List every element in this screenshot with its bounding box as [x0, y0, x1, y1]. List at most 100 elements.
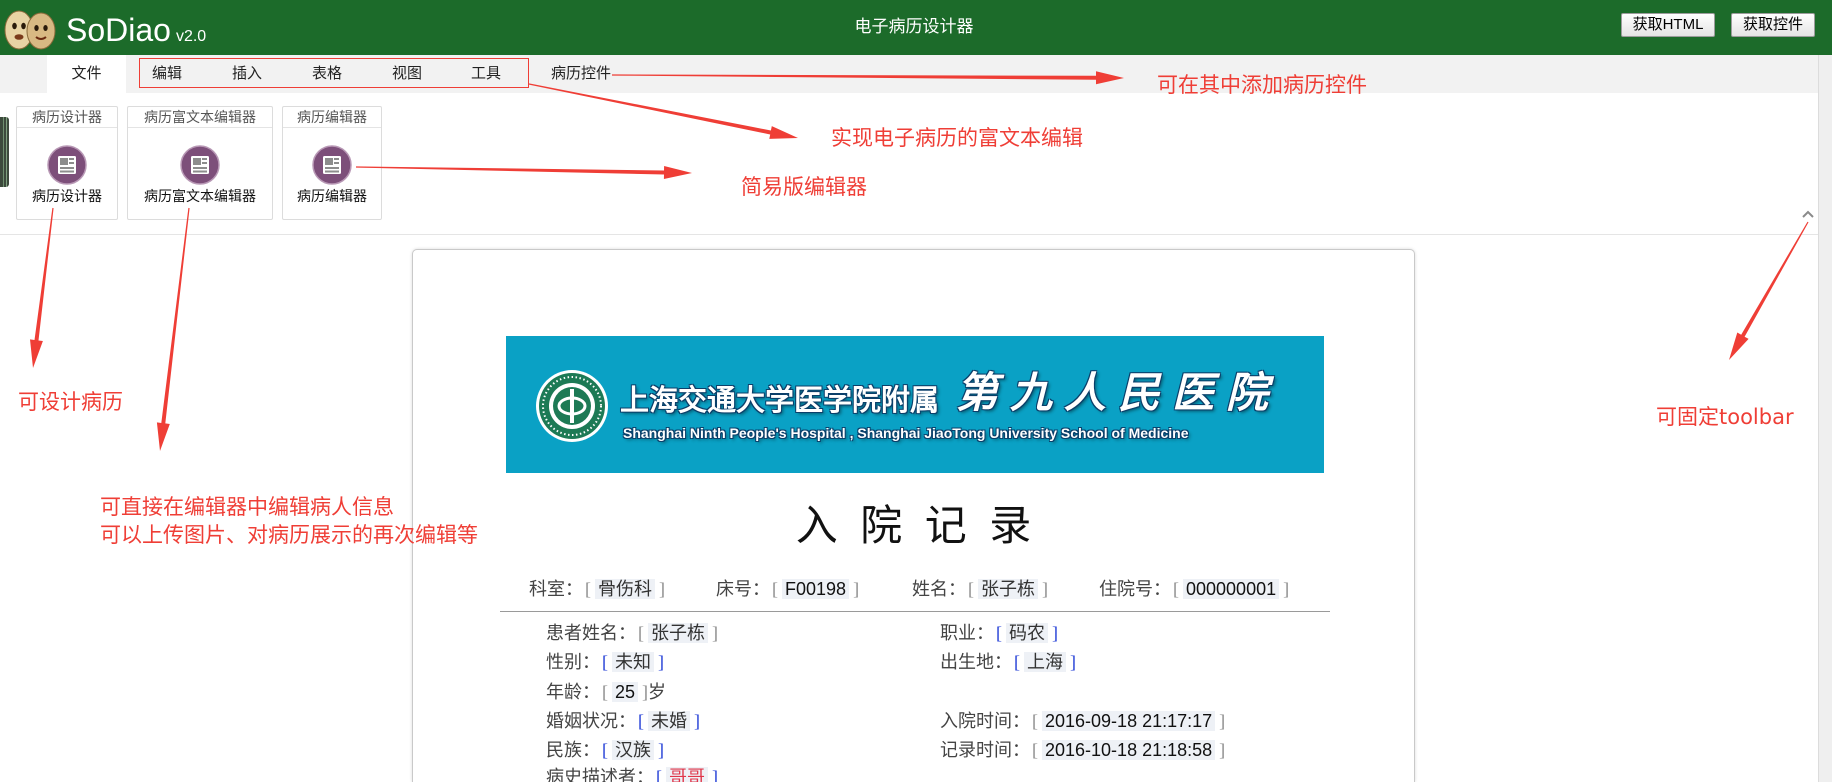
field-history-narrator: 病史描述者：[ 哥哥] — [546, 764, 720, 782]
emr-editor-button[interactable]: 病历编辑器 — [283, 187, 381, 205]
field-label: 婚姻状况： — [546, 711, 636, 731]
field-record-time: 记录时间：[2016-10-18 21:18:58] — [940, 737, 1227, 763]
app-logo: SoDiao v2.0 — [66, 11, 206, 49]
department-value[interactable]: 骨伤科 — [595, 579, 655, 599]
ethnicity-value[interactable]: 汉族 — [612, 740, 654, 760]
annotation-arrow-pin — [1729, 221, 1809, 360]
bracket-open: [ — [772, 579, 778, 599]
field-ethnicity: 民族：[汉族] — [546, 737, 666, 763]
field-gender: 性别：[未知] — [546, 649, 666, 675]
history-narrator-value[interactable]: 哥哥 — [666, 767, 708, 782]
patient-name-value[interactable]: 张子栋 — [648, 623, 708, 643]
ribbon-group-emr-designer: 病历设计器 病历设计器 — [16, 106, 118, 220]
header-divider — [500, 611, 1330, 612]
ribbon-divider — [0, 234, 1818, 235]
bracket-open: [ — [602, 682, 608, 702]
bracket-open: [ — [1014, 652, 1020, 672]
bracket-close: ] — [1052, 623, 1058, 643]
annotation-pin-toolbar: 可固定toolbar — [1656, 405, 1794, 429]
get-controls-button[interactable]: 获取控件 — [1731, 13, 1815, 37]
occupation-value[interactable]: 码农 — [1006, 623, 1048, 643]
emr-rich-editor-button[interactable]: 病历富文本编辑器 — [128, 187, 272, 205]
tab-emr-controls[interactable]: 病历控件 — [541, 55, 621, 93]
document-icon[interactable] — [312, 145, 352, 185]
bracket-open: [ — [1032, 740, 1038, 760]
highlight-box — [139, 58, 529, 88]
field-label: 入院时间： — [940, 711, 1030, 731]
field-label: 民族： — [546, 740, 600, 760]
bracket-close: ] — [1283, 579, 1290, 599]
emr-designer-button[interactable]: 病历设计器 — [17, 187, 117, 205]
bracket-open: [ — [656, 767, 662, 782]
field-department: 科室：[骨伤科] — [529, 576, 667, 602]
marital-status-value[interactable]: 未婚 — [648, 711, 690, 731]
field-age: 年龄：[25]岁 — [546, 679, 666, 705]
ribbon-group-emr-rich-editor: 病历富文本编辑器 病历富文本编辑器 — [127, 106, 273, 220]
admission-time-value[interactable]: 2016-09-18 21:17:17 — [1042, 711, 1216, 731]
bracket-close: ] — [712, 767, 718, 782]
name-value[interactable]: 张子栋 — [978, 579, 1038, 599]
bracket-close: ] — [659, 579, 665, 599]
bracket-close: ] — [712, 623, 718, 643]
egg-faces-icon — [4, 10, 56, 50]
annotation-edit-patient-info: 可直接在编辑器中编辑病人信息 — [100, 495, 394, 519]
document-page[interactable]: 上海交通大学医学院附属 第九人民医院 Shanghai Ninth People… — [412, 249, 1415, 782]
bracket-close: ] — [658, 652, 664, 672]
tab-file[interactable]: 文件 — [47, 55, 126, 93]
field-label: 出生地： — [940, 652, 1012, 672]
field-label: 患者姓名： — [546, 623, 636, 643]
annotation-simple-editor: 简易版编辑器 — [741, 175, 867, 199]
bracket-open: [ — [602, 740, 608, 760]
page-scrollbar[interactable] — [1818, 55, 1832, 782]
bracket-open: [ — [968, 579, 974, 599]
get-html-button[interactable]: 获取HTML — [1621, 13, 1715, 37]
annotation-design-emr: 可设计病历 — [18, 390, 123, 414]
bracket-close: ] — [1219, 740, 1226, 760]
field-admission-number: 住院号：[000000001] — [1099, 576, 1291, 602]
hospital-name-text: 第九人民医院 — [956, 371, 1281, 417]
field-name: 姓名：[张子栋] — [912, 576, 1050, 602]
field-label: 病史描述者： — [546, 767, 654, 782]
ribbon-group-header: 病历编辑器 — [283, 107, 381, 128]
field-birthplace: 出生地：[上海] — [940, 649, 1078, 675]
chevron-up-icon[interactable] — [1801, 209, 1815, 219]
field-label: 床号： — [716, 579, 770, 599]
birthplace-value[interactable]: 上海 — [1024, 652, 1066, 672]
annotation-add-controls: 可在其中添加病历控件 — [1157, 73, 1367, 97]
bracket-open: [ — [585, 579, 591, 599]
ribbon-group-emr-editor: 病历编辑器 病历编辑器 — [282, 106, 382, 220]
bracket-close: ] — [658, 740, 664, 760]
hospital-emblem-icon — [536, 370, 608, 442]
document-icon[interactable] — [180, 145, 220, 185]
bracket-open: [ — [1173, 579, 1179, 599]
side-panel-toggle[interactable] — [0, 117, 9, 187]
annotation-upload-images: 可以上传图片、对病历展示的再次编辑等 — [100, 523, 478, 547]
field-patient-name: 患者姓名：[张子栋] — [546, 620, 720, 646]
gender-value[interactable]: 未知 — [612, 652, 654, 672]
document-icon[interactable] — [47, 145, 87, 185]
logo-text: SoDiao — [66, 12, 171, 48]
bracket-close: ] — [853, 579, 860, 599]
hospital-affiliation-text: 上海交通大学医学院附属 — [620, 383, 940, 417]
bracket-close: ] — [694, 711, 700, 731]
ribbon-group-header: 病历富文本编辑器 — [128, 107, 272, 128]
field-label: 住院号： — [1099, 579, 1171, 599]
annotation-arrow-rich-editor — [156, 207, 190, 451]
bracket-close: ] — [1219, 711, 1226, 731]
bracket-open: [ — [996, 623, 1002, 643]
bracket-open: [ — [1032, 711, 1038, 731]
hospital-banner: 上海交通大学医学院附属 第九人民医院 Shanghai Ninth People… — [506, 336, 1324, 473]
annotation-arrow-designer — [30, 207, 54, 368]
bed-number-value[interactable]: F00198 — [782, 579, 850, 599]
bracket-close: ] — [1070, 652, 1076, 672]
field-marital-status: 婚姻状况：[未婚] — [546, 708, 702, 734]
record-time-value[interactable]: 2016-10-18 21:18:58 — [1042, 740, 1216, 760]
admission-number-value[interactable]: 000000001 — [1183, 579, 1280, 599]
annotation-rich-text: 实现电子病历的富文本编辑 — [831, 126, 1083, 150]
bracket-open: [ — [638, 711, 644, 731]
field-label: 性别： — [546, 652, 600, 672]
hospital-english-name: Shanghai Ninth People's Hospital , Shang… — [623, 425, 1189, 441]
field-label: 姓名： — [912, 579, 966, 599]
age-value[interactable]: 25 — [612, 682, 639, 702]
bracket-open: [ — [638, 623, 644, 643]
